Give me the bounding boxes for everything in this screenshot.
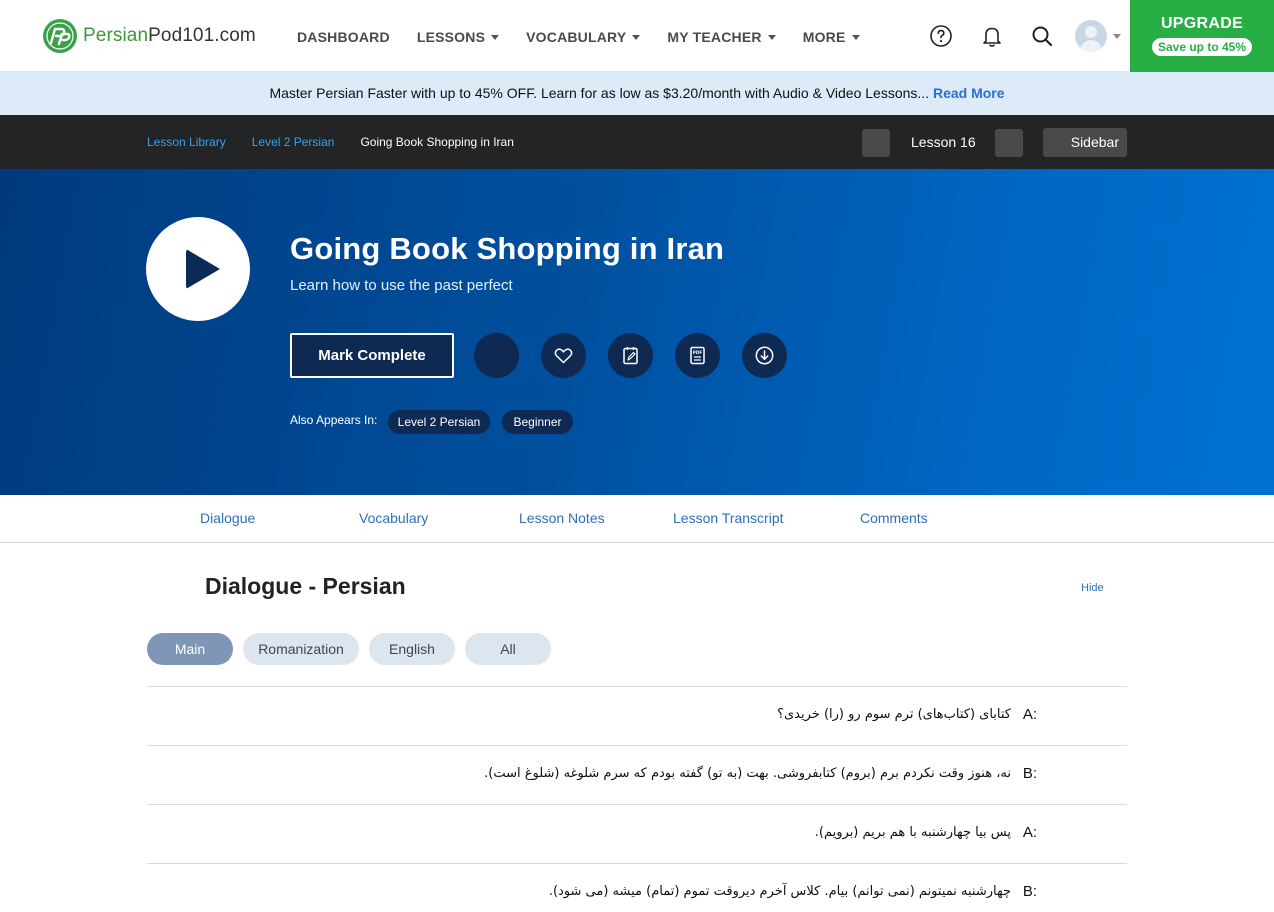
dialogue-line: چهارشنبه نمیتونم (نمی توانم) بیام. کلاس … <box>147 863 1127 912</box>
tab-lesson-notes[interactable]: Lesson Notes <box>519 510 605 526</box>
main-nav: DASHBOARD LESSONS VOCABULARY MY TEACHER … <box>297 29 887 45</box>
nav-more-label: MORE <box>802 29 846 45</box>
top-navigation: PersianPod101.com DASHBOARD LESSONS VOCA… <box>0 0 1274 72</box>
tab-comments[interactable]: Comments <box>860 510 928 526</box>
dialogue-line: نه، هنوز وقت نکردم برم (بروم) کتابفروشی.… <box>147 745 1127 804</box>
dialogue-line: کتابای (کتاب‌های) ترم سوم رو (را) خریدی؟… <box>147 686 1127 745</box>
play-button[interactable] <box>146 217 250 321</box>
lesson-subtitle: Learn how to use the past perfect <box>290 277 513 294</box>
mode-english-button[interactable]: English <box>369 633 455 665</box>
logo-text-rest: Pod101.com <box>148 25 256 46</box>
pdf-icon: PDF <box>690 346 705 365</box>
breadcrumb-current: Going Book Shopping in Iran <box>360 135 514 149</box>
pdf-button[interactable]: PDF <box>675 333 720 378</box>
site-logo[interactable]: PersianPod101.com <box>42 18 256 54</box>
nav-more[interactable]: MORE <box>803 29 860 45</box>
sidebar-toggle-button[interactable]: Sidebar <box>1043 128 1127 157</box>
nav-dashboard[interactable]: DASHBOARD <box>297 29 390 45</box>
caret-down-icon <box>491 34 500 40</box>
tag-beginner[interactable]: Beginner <box>502 410 573 434</box>
tag-level-2-persian[interactable]: Level 2 Persian <box>388 410 490 434</box>
blank-action-button[interactable] <box>474 333 519 378</box>
upgrade-button[interactable]: UPGRADE Save up to 45% <box>1130 0 1274 72</box>
nav-dashboard-label: DASHBOARD <box>297 29 390 45</box>
help-circle-icon[interactable] <box>929 24 953 48</box>
tab-lesson-transcript[interactable]: Lesson Transcript <box>673 510 784 526</box>
upgrade-title: UPGRADE <box>1160 15 1244 32</box>
breadcrumb: Lesson Library Level 2 Persian Going Boo… <box>147 135 540 149</box>
logo-text: PersianPod101.com <box>83 25 256 47</box>
dialogue-line-text: پس بیا چهارشنبه با هم بریم (برویم). <box>814 825 1011 840</box>
search-icon[interactable] <box>1030 24 1054 48</box>
promo-read-more-link[interactable]: Read More <box>933 85 1005 101</box>
nav-lessons-label: LESSONS <box>416 29 486 45</box>
nav-vocabulary-label: VOCABULARY <box>526 29 627 45</box>
sidebar-label: Sidebar <box>1070 134 1119 150</box>
avatar <box>1075 20 1107 52</box>
logo-mark-icon <box>43 19 77 53</box>
dialogue-speaker: A: <box>1022 824 1037 841</box>
nav-my-teacher-label: MY TEACHER <box>667 29 762 45</box>
mode-main-button[interactable]: Main <box>147 633 233 665</box>
bell-icon[interactable] <box>980 24 1004 48</box>
nav-vocabulary[interactable]: VOCABULARY <box>526 29 641 45</box>
nav-lessons[interactable]: LESSONS <box>416 29 500 45</box>
mode-romanization-button[interactable]: Romanization <box>243 633 359 665</box>
nav-my-teacher[interactable]: MY TEACHER <box>667 29 776 45</box>
promo-text: Master Persian Faster with up to 45% OFF… <box>269 85 930 101</box>
dialogue-speaker: A: <box>1022 706 1037 723</box>
dialogue-line-text: کتابای (کتاب‌های) ترم سوم رو (را) خریدی؟ <box>777 707 1011 722</box>
previous-lesson-button[interactable] <box>862 129 890 157</box>
svg-text:PDF: PDF <box>693 350 703 355</box>
note-icon <box>623 347 638 365</box>
download-icon <box>755 346 774 365</box>
download-button[interactable] <box>742 333 787 378</box>
lesson-number: Lesson 16 <box>911 134 976 150</box>
heart-icon <box>554 348 573 364</box>
mode-all-button[interactable]: All <box>465 633 551 665</box>
play-icon <box>186 249 220 289</box>
dialogue-line-text: چهارشنبه نمیتونم (نمی توانم) بیام. کلاس … <box>548 884 1011 899</box>
caret-down-icon <box>851 34 860 40</box>
dialogue-title: Dialogue - Persian <box>205 573 406 599</box>
breadcrumb-level[interactable]: Level 2 Persian <box>252 135 335 149</box>
lesson-tabs: Dialogue Vocabulary Lesson Notes Lesson … <box>0 495 1274 543</box>
caret-down-icon <box>767 34 776 40</box>
logo-text-accent: Persian <box>83 25 149 46</box>
dialogue-lines: کتابای (کتاب‌های) ترم سوم رو (را) خریدی؟… <box>147 686 1127 912</box>
lesson-title: Going Book Shopping in Iran <box>290 231 725 266</box>
next-lesson-button[interactable] <box>995 129 1023 157</box>
promo-banner: Master Persian Faster with up to 45% OFF… <box>0 72 1274 115</box>
caret-down-icon <box>1113 33 1121 39</box>
tab-vocabulary[interactable]: Vocabulary <box>359 510 428 526</box>
user-menu[interactable] <box>1075 20 1121 52</box>
tab-dialogue[interactable]: Dialogue <box>200 510 255 526</box>
also-appears-label: Also Appears In: <box>290 413 378 427</box>
favorite-button[interactable] <box>541 333 586 378</box>
mark-complete-button[interactable]: Mark Complete <box>290 333 454 378</box>
hide-dialogue-link[interactable]: Hide <box>1081 582 1104 594</box>
breadcrumb-lesson-library[interactable]: Lesson Library <box>147 135 226 149</box>
caret-down-icon <box>632 34 641 40</box>
notes-button[interactable] <box>608 333 653 378</box>
lesson-breadcrumb-bar: Lesson Library Level 2 Persian Going Boo… <box>0 115 1274 169</box>
dialogue-line-text: نه، هنوز وقت نکردم برم (بروم) کتابفروشی.… <box>484 766 1011 781</box>
dialogue-speaker: B: <box>1022 765 1037 782</box>
dialogue-line: پس بیا چهارشنبه با هم بریم (برویم). A: <box>147 804 1127 863</box>
lesson-hero: Going Book Shopping in Iran Learn how to… <box>0 169 1274 495</box>
dialogue-speaker: B: <box>1022 883 1037 900</box>
upgrade-badge: Save up to 45% <box>1151 38 1253 56</box>
